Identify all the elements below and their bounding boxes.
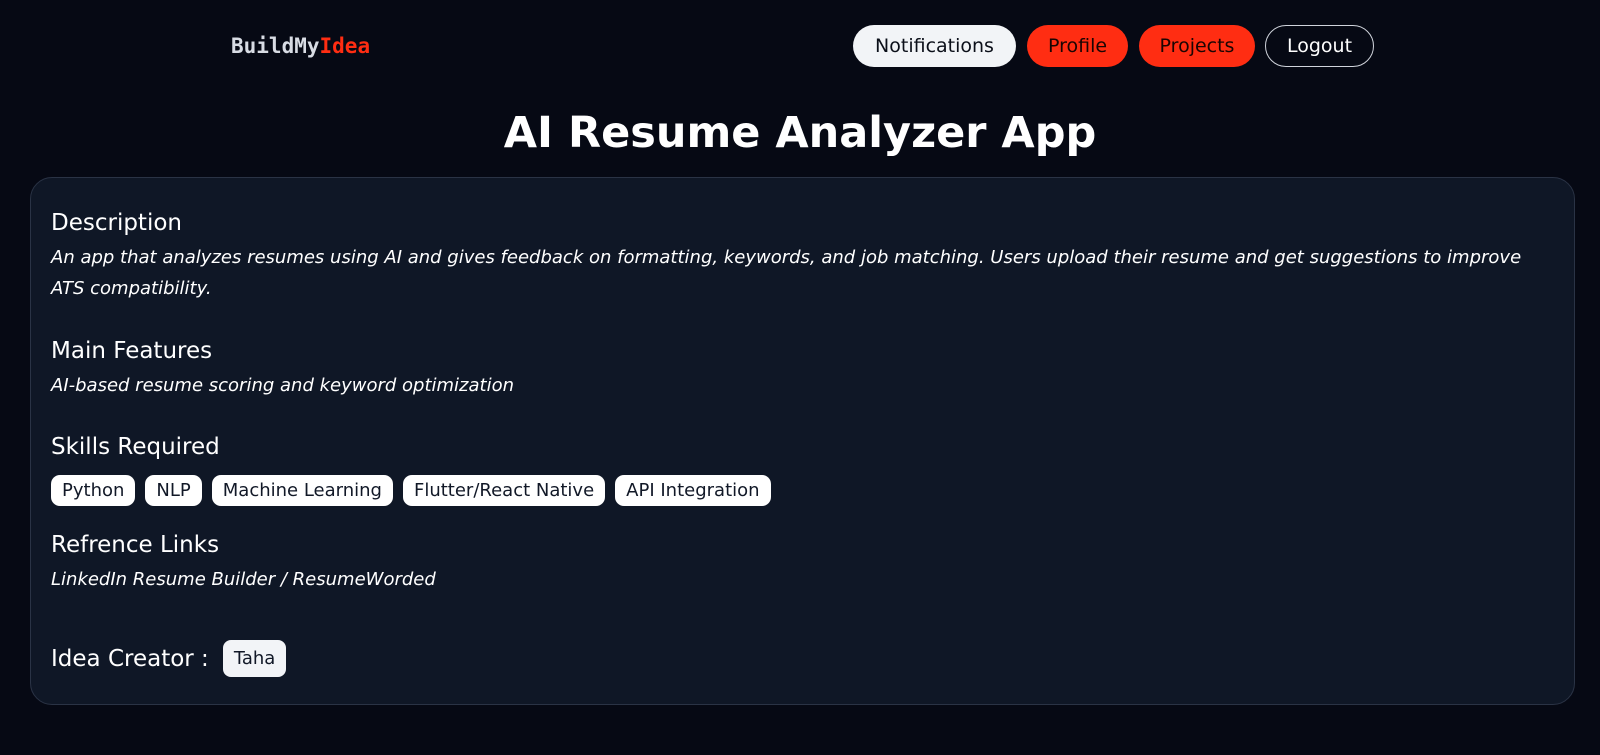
skill-chip: NLP — [145, 475, 202, 506]
links-heading: Refrence Links — [51, 532, 220, 558]
description-text: An app that analyzes resumes using AI an… — [51, 247, 1522, 299]
profile-button[interactable]: Profile — [1027, 25, 1128, 67]
projects-button[interactable]: Projects — [1139, 25, 1255, 67]
creator-row: Idea Creator : Taha — [51, 640, 287, 677]
skill-chip: Python — [51, 475, 136, 506]
creator-label: Idea Creator : — [51, 645, 209, 672]
features-text: AI-based resume scoring and keyword opti… — [51, 375, 515, 396]
logout-button[interactable]: Logout — [1265, 25, 1374, 67]
creator-chip[interactable]: Taha — [222, 640, 287, 677]
page-title: AI Resume Analyzer App — [503, 108, 1097, 158]
notifications-button[interactable]: Notifications — [853, 25, 1016, 67]
skills-heading: Skills Required — [51, 434, 220, 460]
skill-chip: API Integration — [615, 475, 771, 506]
features-heading: Main Features — [51, 338, 213, 364]
top-nav: Notifications Profile Projects Logout — [0, 25, 1600, 67]
description-heading: Description — [51, 210, 182, 236]
skills-list: Python NLP Machine Learning Flutter/Reac… — [51, 475, 771, 506]
skill-chip: Machine Learning — [211, 475, 393, 506]
links-text: LinkedIn Resume Builder / ResumeWorded — [51, 569, 436, 590]
idea-details-card: Description An app that analyzes resumes… — [30, 177, 1575, 705]
skill-chip: Flutter/React Native — [402, 475, 606, 506]
